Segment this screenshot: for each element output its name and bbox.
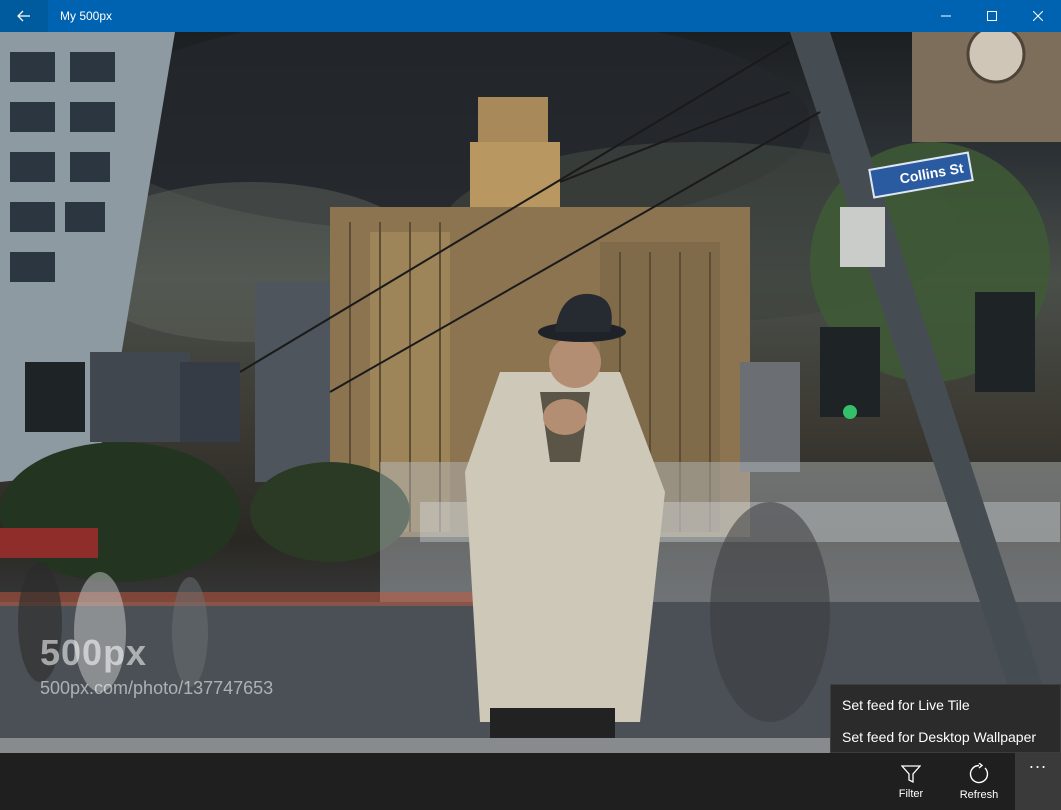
title-bar: My 500px bbox=[0, 0, 1061, 32]
refresh-label: Refresh bbox=[959, 788, 999, 801]
more-options-button[interactable]: ... bbox=[1015, 753, 1061, 810]
menu-item-live-tile[interactable]: Set feed for Live Tile bbox=[831, 689, 1060, 721]
photo-view[interactable]: Collins St 500px 500px.com/photo/1377476… bbox=[0, 32, 1061, 738]
window-title: My 500px bbox=[60, 9, 113, 23]
photo-scene bbox=[0, 32, 1061, 738]
refresh-icon bbox=[969, 762, 989, 783]
watermark-url: 500px.com/photo/137747653 bbox=[40, 678, 274, 698]
maximize-button[interactable] bbox=[969, 0, 1015, 32]
filter-label: Filter bbox=[898, 787, 924, 800]
window-controls bbox=[923, 0, 1061, 32]
filter-button[interactable]: Filter bbox=[877, 753, 945, 810]
close-icon bbox=[1033, 11, 1043, 21]
minimize-icon bbox=[941, 15, 951, 17]
back-arrow-icon bbox=[17, 10, 30, 22]
back-button[interactable] bbox=[0, 0, 48, 32]
watermark-logo: 500px bbox=[40, 632, 148, 673]
filter-icon bbox=[901, 764, 921, 783]
close-button[interactable] bbox=[1015, 0, 1061, 32]
refresh-button[interactable]: Refresh bbox=[945, 753, 1013, 810]
command-bar: Filter Refresh bbox=[0, 753, 1061, 810]
minimize-button[interactable] bbox=[923, 0, 969, 32]
maximize-icon bbox=[987, 11, 997, 21]
overflow-menu: Set feed for Live Tile Set feed for Desk… bbox=[830, 684, 1061, 753]
menu-item-desktop-wallpaper[interactable]: Set feed for Desktop Wallpaper bbox=[831, 721, 1060, 753]
